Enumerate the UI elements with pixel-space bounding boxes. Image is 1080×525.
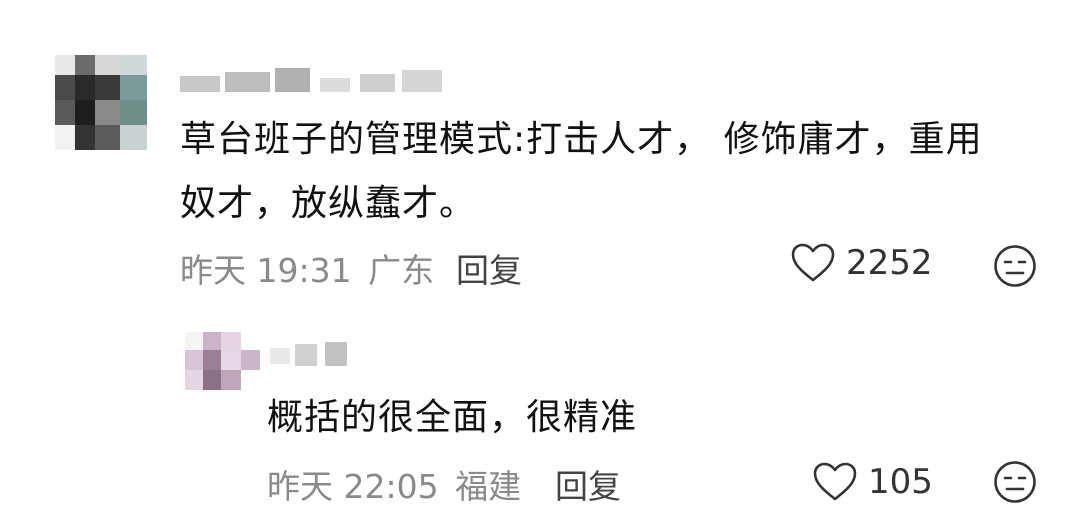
- comment-location: 福建: [455, 467, 522, 506]
- like-button[interactable]: 105: [812, 461, 933, 503]
- username-blurred[interactable]: [270, 340, 355, 370]
- reply-button[interactable]: 回复: [555, 460, 621, 508]
- comment-location: 广东: [368, 251, 435, 290]
- dislike-button[interactable]: [992, 243, 1038, 293]
- like-count: 105: [868, 462, 933, 502]
- username-blurred[interactable]: [180, 68, 445, 96]
- comment-meta: 昨天 19:31 广东: [180, 244, 434, 292]
- avatar[interactable]: [55, 55, 147, 150]
- reply-button[interactable]: 回复: [456, 244, 522, 292]
- comment-date: 昨天 19:31: [180, 251, 352, 290]
- avatar[interactable]: [185, 332, 260, 390]
- comment-meta: 昨天 22:05 福建: [267, 460, 521, 508]
- like-button[interactable]: 2252: [790, 242, 933, 284]
- meh-face-icon: [992, 461, 1038, 509]
- like-count: 2252: [846, 243, 933, 283]
- heart-outline-icon: [812, 461, 858, 503]
- meh-face-icon: [992, 245, 1038, 293]
- dislike-button[interactable]: [992, 459, 1038, 509]
- comment-text-line: 奴才，放纵蠢才。: [180, 183, 477, 224]
- heart-outline-icon: [790, 242, 836, 284]
- comment-date: 昨天 22:05: [267, 467, 439, 506]
- comment-text-line: 草台班子的管理模式:打击人才， 修饰庸才，重用: [180, 119, 983, 160]
- comment-text-line: 概括的很全面，很精准: [267, 397, 638, 438]
